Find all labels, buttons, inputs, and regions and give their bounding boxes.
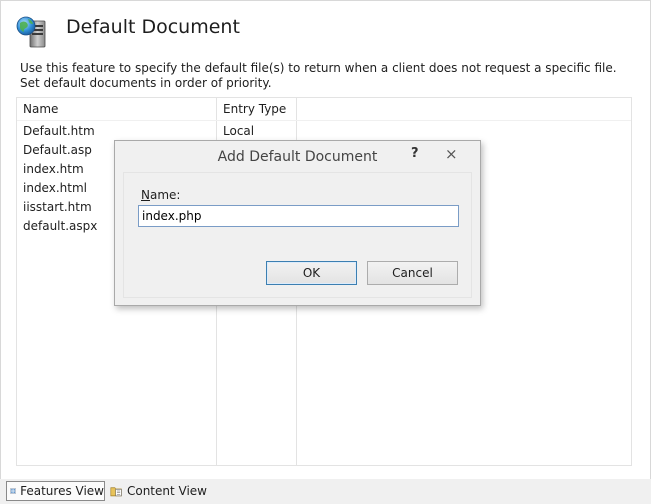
tab-content-view[interactable]: Content View: [107, 481, 207, 501]
name-label-text: ame:: [149, 188, 181, 202]
dialog-title: Add Default Document: [217, 149, 378, 165]
dialog-body: Name: OK Cancel: [123, 172, 472, 298]
help-button[interactable]: ?: [411, 146, 419, 161]
list-item-name: Default.htm: [23, 124, 95, 138]
name-input[interactable]: [138, 205, 459, 227]
name-label: Name:: [141, 188, 180, 202]
view-switcher-bar: Features View Content View: [0, 479, 651, 504]
column-header-entry-type[interactable]: Entry Type: [223, 102, 286, 116]
close-icon[interactable]: ×: [445, 145, 458, 163]
add-default-document-dialog: Add Default Document ? × Name: OK Cancel: [114, 140, 481, 306]
tab-content-view-label: Content View: [126, 484, 207, 498]
list-item-name: index.htm: [23, 162, 84, 176]
column-header-name[interactable]: Name: [23, 102, 58, 116]
ok-button[interactable]: OK: [266, 261, 357, 285]
header-separator: [17, 120, 631, 121]
list-item-name: index.html: [23, 181, 87, 195]
page-title: Default Document: [66, 16, 240, 38]
list-item-name: iisstart.htm: [23, 200, 92, 214]
features-view-icon: [10, 488, 16, 494]
tab-features-view-label: Features View: [20, 484, 104, 498]
list-item[interactable]: Default.htm Local: [17, 122, 631, 141]
list-item-name: default.aspx: [23, 219, 98, 233]
cancel-button[interactable]: Cancel: [367, 261, 458, 285]
list-item-name: Default.asp: [23, 143, 92, 157]
content-view-icon: [110, 487, 122, 497]
list-item-entry-type: Local: [223, 124, 255, 138]
tab-features-view[interactable]: Features View: [6, 481, 105, 501]
globe-server-icon: [16, 16, 46, 48]
page-description: Use this feature to specify the default …: [20, 61, 617, 90]
name-label-accelerator: N: [141, 188, 150, 202]
